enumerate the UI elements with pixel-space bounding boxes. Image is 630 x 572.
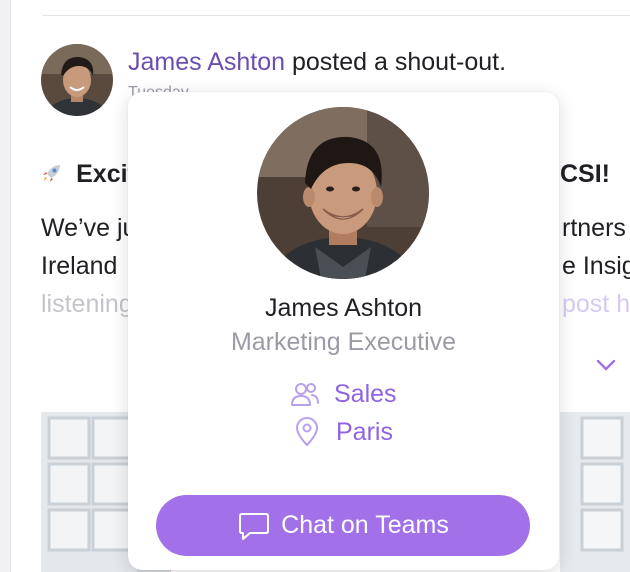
- department-label[interactable]: Sales: [334, 380, 397, 409]
- post-image-right[interactable]: [560, 412, 630, 572]
- post-action: posted a shout-out.: [291, 48, 507, 76]
- rocket-icon: [40, 162, 70, 187]
- author-avatar[interactable]: [41, 44, 113, 116]
- profile-card: James Ashton Marketing Executive Sales P…: [128, 92, 559, 570]
- chat-on-teams-button[interactable]: Chat on Teams: [156, 495, 530, 556]
- chevron-down-icon[interactable]: [593, 352, 619, 378]
- department-row: Sales: [288, 378, 397, 410]
- post-title-end: CSI!: [560, 160, 610, 188]
- profile-name: James Ashton: [264, 294, 423, 322]
- post-title-text: Excit: [76, 160, 136, 188]
- post-header: James Ashton posted a shout-out.: [128, 48, 506, 77]
- post-body-line-end: rtners: [562, 214, 626, 242]
- profile-role: Marketing Executive: [230, 328, 457, 356]
- location-row: Paris: [290, 416, 393, 448]
- left-rail: [0, 0, 11, 572]
- people-icon: [288, 379, 322, 409]
- location-pin-icon: [290, 417, 324, 447]
- location-label[interactable]: Paris: [336, 418, 393, 447]
- chat-button-label: Chat on Teams: [281, 511, 449, 539]
- post-body-line-end: e Insig: [562, 252, 630, 280]
- profile-avatar: [257, 107, 429, 279]
- divider: [42, 15, 630, 16]
- post-body-link[interactable]: post he: [562, 290, 630, 319]
- chat-bubble-icon: [237, 510, 271, 542]
- post-body-line: We’ve ju: [41, 214, 137, 242]
- post-title: Excit: [40, 160, 136, 189]
- post-body-line: Ireland: [41, 252, 118, 280]
- post-body-line: listening: [41, 290, 133, 318]
- author-link[interactable]: James Ashton: [128, 48, 285, 76]
